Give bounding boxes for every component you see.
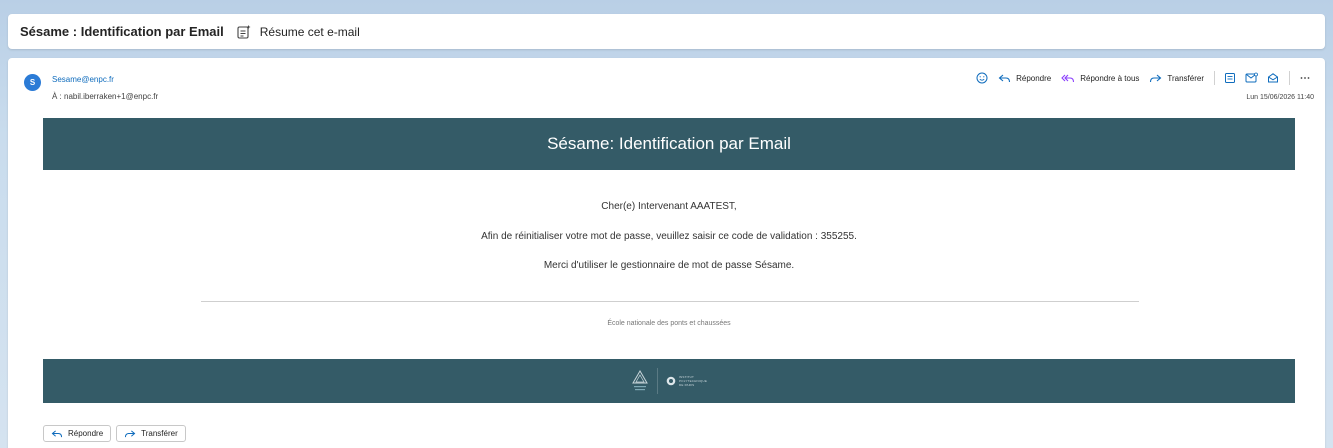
message-date: Lun 15/06/2026 11:40: [1246, 94, 1314, 101]
reply-all-button[interactable]: Répondre à tous: [1061, 73, 1139, 84]
action-divider: [1214, 71, 1215, 85]
quick-actions: Répondre Transférer: [43, 425, 191, 442]
ip-paris-text: INSTITUT POLYTECHNIQUE DE PARIS: [679, 375, 707, 387]
message-card: S Sesame@enpc.fr À : nabil.iberraken+1@e…: [8, 58, 1325, 448]
reply-all-icon: [1061, 74, 1075, 82]
reply-all-label: Répondre à tous: [1080, 73, 1140, 83]
react-button[interactable]: [976, 72, 988, 84]
reply-label: Répondre: [1016, 73, 1052, 83]
emoji-icon: [976, 72, 988, 84]
recipient-line: À : nabil.iberraken+1@enpc.fr: [52, 92, 159, 101]
envelope-icon: [1268, 73, 1278, 83]
email-header-title: Sésame: Identification par Email: [547, 134, 791, 153]
summarize-button[interactable]: Résume cet e-mail: [236, 24, 360, 40]
forward-icon: [1150, 74, 1162, 82]
email-footer-banner: INSTITUT POLYTECHNIQUE DE PARIS: [43, 359, 1295, 403]
reply-icon: [998, 74, 1011, 82]
subject-title: Sésame : Identification par Email: [20, 24, 224, 39]
ip-paris-logo: INSTITUT POLYTECHNIQUE DE PARIS: [666, 375, 707, 387]
email-header-banner: Sésame: Identification par Email: [43, 118, 1295, 170]
bottom-forward-label: Transférer: [141, 429, 178, 438]
sender-avatar[interactable]: S: [24, 74, 41, 91]
message-actions: Répondre Répondre à tous Transférer: [967, 70, 1311, 86]
immersive-reader-button[interactable]: [1224, 72, 1236, 84]
logo-divider: [656, 368, 658, 394]
sender-address[interactable]: Sesame@enpc.fr: [52, 75, 114, 84]
reply-icon: [51, 429, 63, 437]
subject-bar: Sésame : Identification par Email Résume…: [8, 14, 1325, 49]
forward-label: Transférer: [1167, 73, 1204, 83]
action-divider: [1289, 71, 1290, 85]
summarize-label: Résume cet e-mail: [259, 24, 360, 39]
forward-icon: [125, 429, 136, 437]
more-actions-button[interactable]: [1299, 72, 1311, 84]
reply-button[interactable]: Répondre: [998, 73, 1051, 84]
forward-button[interactable]: Transférer: [1149, 73, 1204, 84]
school-name: École nationale des ponts et chaussées: [607, 320, 731, 327]
mark-unread-icon: [1245, 72, 1258, 83]
greeting-text: Cher(e) Intervenant AAATEST,: [601, 201, 737, 212]
thanks-text: Merci d'utiliser le gestionnaire de mot …: [543, 260, 795, 271]
bottom-reply-button[interactable]: Répondre: [43, 425, 112, 442]
bottom-reply-label: Répondre: [68, 429, 104, 438]
bottom-forward-button[interactable]: Transférer: [116, 425, 186, 442]
instruction-text: Afin de réinitialiser votre mot de passe…: [481, 231, 857, 242]
envelope-button[interactable]: [1267, 72, 1279, 84]
ip-paris-logo-icon: [666, 376, 676, 386]
body-divider: [201, 301, 1139, 302]
more-icon: [1300, 77, 1310, 79]
immersive-reader-icon: [1225, 73, 1235, 83]
mark-unread-button[interactable]: [1245, 72, 1258, 84]
ip-paris-text-line: DE PARIS: [678, 383, 695, 387]
enpc-logo-icon: [632, 370, 648, 391]
summary-icon: [237, 24, 251, 39]
